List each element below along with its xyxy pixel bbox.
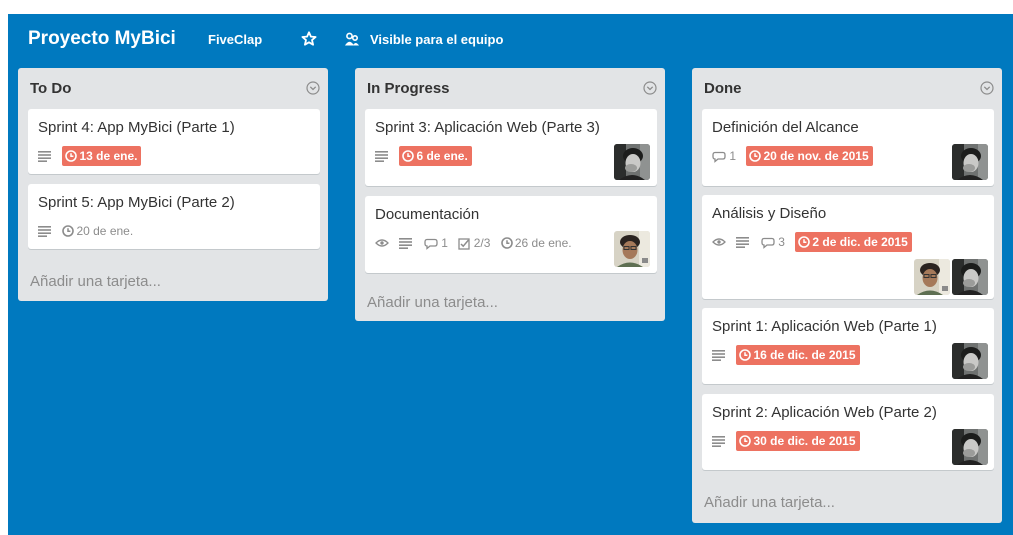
description-icon bbox=[736, 232, 750, 252]
card-title: Sprint 4: App MyBici (Parte 1) bbox=[38, 119, 235, 136]
card[interactable]: Sprint 5: App MyBici (Parte 2) 20 de ene… bbox=[28, 184, 320, 249]
member-avatar[interactable] bbox=[914, 259, 950, 295]
clock-icon bbox=[501, 237, 513, 249]
card[interactable]: Sprint 2: Aplicación Web (Parte 2) 30 de… bbox=[702, 394, 994, 470]
board-header: Proyecto MyBici FiveClap Visible para el… bbox=[8, 14, 1013, 66]
comment-icon bbox=[761, 237, 775, 249]
comments-badge: 1 bbox=[712, 146, 736, 166]
comment-icon bbox=[424, 238, 438, 250]
comments-badge: 1 bbox=[424, 233, 448, 253]
description-icon bbox=[38, 146, 52, 166]
add-card-link[interactable]: Añadir una tarjeta... bbox=[367, 294, 498, 312]
member-avatar[interactable] bbox=[952, 144, 988, 180]
add-card-link[interactable]: Añadir una tarjeta... bbox=[704, 494, 835, 512]
list-in-progress: In Progress Sprint 3: Aplicación Web (Pa… bbox=[355, 68, 665, 321]
card-badges: 6 de ene. bbox=[375, 146, 478, 166]
card[interactable]: Definición del Alcance 1 20 de nov. de 2… bbox=[702, 109, 994, 186]
due-date-badge: 2 de dic. de 2015 bbox=[795, 232, 912, 252]
member-avatar[interactable] bbox=[952, 259, 988, 295]
card-title: Análisis y Diseño bbox=[712, 205, 827, 222]
list-header: To Do bbox=[18, 68, 328, 108]
card-badges: 1 2/3 26 de ene. bbox=[375, 233, 582, 253]
due-date-text: 20 de nov. de 2015 bbox=[763, 149, 869, 163]
due-date-text: 30 de dic. de 2015 bbox=[753, 434, 856, 448]
description-icon bbox=[712, 345, 726, 365]
board: Proyecto MyBici FiveClap Visible para el… bbox=[8, 14, 1013, 535]
card[interactable]: Análisis y Diseño 3 2 de dic. de 2015 bbox=[702, 195, 994, 299]
team-button[interactable]: FiveClap bbox=[208, 31, 262, 49]
card-title: Definición del Alcance bbox=[712, 119, 859, 136]
card[interactable]: Documentación 1 2/3 26 de ene. bbox=[365, 196, 657, 273]
star-button[interactable] bbox=[301, 31, 319, 49]
list-title[interactable]: Done bbox=[704, 80, 742, 98]
board-title[interactable]: Proyecto MyBici bbox=[28, 27, 176, 51]
list-menu-icon[interactable] bbox=[643, 81, 657, 95]
clock-icon bbox=[739, 349, 751, 361]
due-date-badge: 16 de dic. de 2015 bbox=[736, 345, 860, 365]
card-badges: 16 de dic. de 2015 bbox=[712, 345, 866, 365]
card[interactable]: Sprint 1: Aplicación Web (Parte 1) 16 de… bbox=[702, 308, 994, 384]
list-header: In Progress bbox=[355, 68, 665, 108]
clock-icon bbox=[749, 150, 761, 162]
card-title: Documentación bbox=[375, 206, 480, 223]
team-visibility-icon bbox=[345, 32, 359, 46]
member-avatar[interactable] bbox=[614, 144, 650, 180]
list-menu-icon[interactable] bbox=[980, 81, 994, 95]
clock-icon bbox=[402, 150, 414, 162]
card-badges: 1 20 de nov. de 2015 bbox=[712, 146, 879, 166]
comment-icon bbox=[712, 151, 726, 163]
description-icon bbox=[375, 146, 389, 166]
member-avatar[interactable] bbox=[614, 231, 650, 267]
comments-count: 1 bbox=[441, 236, 448, 250]
due-date-badge: 13 de ene. bbox=[62, 146, 142, 166]
due-date-text: 20 de ene. bbox=[76, 224, 134, 238]
due-date-badge: 26 de ene. bbox=[501, 233, 576, 253]
comments-count: 1 bbox=[729, 149, 737, 163]
member-avatar[interactable] bbox=[952, 343, 988, 379]
due-date-text: 16 de dic. de 2015 bbox=[753, 348, 856, 362]
card-badges: 13 de ene. bbox=[38, 146, 147, 166]
description-icon bbox=[399, 233, 413, 253]
checklist-badge: 2/3 bbox=[458, 233, 490, 253]
visibility-label: Visible para el equipo bbox=[370, 32, 504, 47]
card[interactable]: Sprint 4: App MyBici (Parte 1) 13 de ene… bbox=[28, 109, 320, 174]
card-badges: 30 de dic. de 2015 bbox=[712, 431, 866, 451]
card-title: Sprint 5: App MyBici (Parte 2) bbox=[38, 194, 235, 211]
card-title: Sprint 3: Aplicación Web (Parte 3) bbox=[375, 119, 600, 136]
comments-count: 3 bbox=[778, 235, 785, 249]
checklist-icon bbox=[458, 238, 470, 250]
due-date-text: 6 de ene. bbox=[416, 149, 468, 163]
watch-icon bbox=[712, 232, 726, 252]
add-card-link[interactable]: Añadir una tarjeta... bbox=[30, 273, 161, 291]
checklist-count: 2/3 bbox=[473, 236, 491, 250]
due-date-badge: 20 de ene. bbox=[62, 221, 137, 241]
card[interactable]: Sprint 3: Aplicación Web (Parte 3) 6 de … bbox=[365, 109, 657, 186]
due-date-text: 2 de dic. de 2015 bbox=[812, 235, 908, 249]
list-title[interactable]: In Progress bbox=[367, 80, 450, 98]
due-date-badge: 6 de ene. bbox=[399, 146, 472, 166]
clock-icon bbox=[65, 150, 77, 162]
star-icon bbox=[301, 31, 317, 46]
list-title[interactable]: To Do bbox=[30, 80, 71, 98]
due-date-badge: 30 de dic. de 2015 bbox=[736, 431, 860, 451]
watch-icon bbox=[375, 233, 389, 253]
due-date-text: 13 de ene. bbox=[79, 149, 138, 163]
member-avatar[interactable] bbox=[952, 429, 988, 465]
list-menu-icon[interactable] bbox=[306, 81, 320, 95]
clock-icon bbox=[798, 236, 810, 248]
clock-icon bbox=[739, 435, 751, 447]
description-icon bbox=[712, 431, 726, 451]
list-header: Done bbox=[692, 68, 1002, 108]
card-title: Sprint 1: Aplicación Web (Parte 1) bbox=[712, 318, 937, 335]
list-to-do: To Do Sprint 4: App MyBici (Parte 1) 13 … bbox=[18, 68, 328, 301]
description-icon bbox=[38, 221, 52, 241]
list-done: Done Definición del Alcance 1 20 de nov.… bbox=[692, 68, 1002, 523]
card-title: Sprint 2: Aplicación Web (Parte 2) bbox=[712, 404, 937, 421]
clock-icon bbox=[62, 225, 74, 237]
card-badges: 3 2 de dic. de 2015 bbox=[712, 232, 918, 252]
due-date-badge: 20 de nov. de 2015 bbox=[746, 146, 873, 166]
due-date-text: 26 de ene. bbox=[514, 236, 572, 250]
comments-badge: 3 bbox=[761, 232, 785, 252]
card-badges: 20 de ene. bbox=[38, 221, 143, 241]
